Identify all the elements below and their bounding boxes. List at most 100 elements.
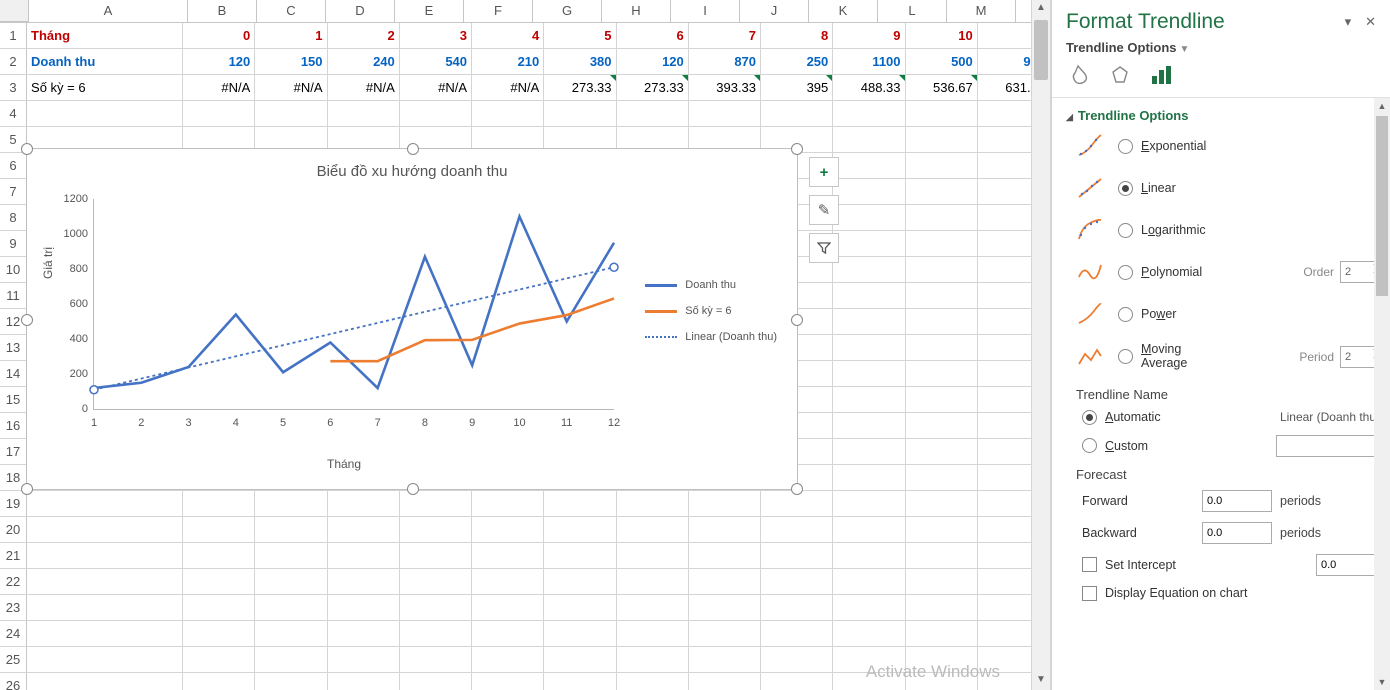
cell[interactable]: #N/A: [183, 75, 255, 100]
cell[interactable]: [183, 101, 255, 126]
cell[interactable]: [544, 543, 616, 568]
row-header[interactable]: 26: [0, 673, 27, 690]
cell[interactable]: 3: [400, 23, 472, 48]
cell[interactable]: [544, 491, 616, 516]
col-header-C[interactable]: C: [257, 0, 326, 22]
row-header[interactable]: 17: [0, 439, 27, 464]
cell[interactable]: [833, 673, 905, 690]
pane-subtitle[interactable]: Trendline Options▼: [1052, 40, 1390, 63]
cell[interactable]: 210: [472, 49, 544, 74]
cell[interactable]: [689, 491, 761, 516]
cell[interactable]: [906, 205, 978, 230]
chart-elements-button[interactable]: +: [809, 157, 839, 187]
cell[interactable]: [400, 647, 472, 672]
cell[interactable]: [761, 543, 833, 568]
cell[interactable]: [833, 387, 905, 412]
cell[interactable]: [183, 595, 255, 620]
row-header[interactable]: 10: [0, 257, 27, 282]
cell[interactable]: [328, 595, 400, 620]
row-header[interactable]: 16: [0, 413, 27, 438]
chart-filters-button[interactable]: [809, 233, 839, 263]
cell[interactable]: [617, 517, 689, 542]
cell[interactable]: [472, 517, 544, 542]
vertical-scrollbar[interactable]: ▲ ▼: [1031, 0, 1050, 690]
cell[interactable]: [833, 335, 905, 360]
cell[interactable]: [833, 179, 905, 204]
cell[interactable]: [544, 517, 616, 542]
resize-handle[interactable]: [791, 483, 803, 495]
cell[interactable]: [761, 517, 833, 542]
row-header[interactable]: 4: [0, 101, 27, 126]
cell[interactable]: [328, 569, 400, 594]
cell[interactable]: [617, 621, 689, 646]
cell[interactable]: 536.67: [906, 75, 978, 100]
row-header[interactable]: 15: [0, 387, 27, 412]
row-header[interactable]: 25: [0, 647, 27, 672]
scroll-down-button[interactable]: ▼: [1374, 674, 1390, 690]
row-header[interactable]: 9: [0, 231, 27, 256]
cell[interactable]: [833, 621, 905, 646]
cell[interactable]: [255, 101, 327, 126]
cell[interactable]: [761, 647, 833, 672]
trendline-options-section[interactable]: Trendline Options: [1066, 108, 1386, 123]
cell[interactable]: [689, 101, 761, 126]
cell[interactable]: [328, 543, 400, 568]
col-header-F[interactable]: F: [464, 0, 533, 22]
cell[interactable]: 7: [689, 23, 761, 48]
cell[interactable]: [906, 179, 978, 204]
cell[interactable]: [906, 101, 978, 126]
cell[interactable]: #N/A: [472, 75, 544, 100]
row-header[interactable]: 1: [0, 23, 27, 48]
forward-input[interactable]: [1202, 490, 1272, 512]
cell[interactable]: [255, 569, 327, 594]
power-option[interactable]: Power: [1066, 301, 1386, 327]
cell[interactable]: [761, 595, 833, 620]
cell[interactable]: 273.33: [544, 75, 616, 100]
col-header-L[interactable]: L: [878, 0, 947, 22]
cell[interactable]: [617, 647, 689, 672]
cell[interactable]: [472, 543, 544, 568]
plot-area[interactable]: 020040060080010001200123456789101112: [93, 199, 614, 410]
display-equation-option[interactable]: Display Equation on chart: [1066, 586, 1386, 601]
legend-item[interactable]: Doanh thu: [645, 279, 777, 291]
cell[interactable]: 380: [544, 49, 616, 74]
pane-scrollbar[interactable]: ▲ ▼: [1374, 98, 1390, 690]
cell[interactable]: 395: [761, 75, 833, 100]
cell[interactable]: [833, 309, 905, 334]
cell[interactable]: 500: [906, 49, 978, 74]
worksheet-area[interactable]: A B C D E F G H I J K L M 1Tháng01234567…: [0, 0, 1051, 690]
cell[interactable]: [400, 569, 472, 594]
legend-item[interactable]: Linear (Doanh thu): [645, 331, 777, 343]
cell[interactable]: Tháng: [27, 23, 183, 48]
cell[interactable]: [544, 101, 616, 126]
cell[interactable]: [27, 101, 183, 126]
cell[interactable]: 488.33: [833, 75, 905, 100]
cell[interactable]: #N/A: [328, 75, 400, 100]
cell[interactable]: [544, 621, 616, 646]
cell[interactable]: 1100: [833, 49, 905, 74]
select-all-corner[interactable]: [0, 0, 29, 22]
cell[interactable]: [183, 491, 255, 516]
cell[interactable]: [472, 595, 544, 620]
cell[interactable]: [617, 543, 689, 568]
col-header-D[interactable]: D: [326, 0, 395, 22]
chart-object[interactable]: Biểu đồ xu hướng doanh thu Giá trị Tháng…: [26, 148, 798, 490]
cell[interactable]: 273.33: [617, 75, 689, 100]
cell[interactable]: 540: [400, 49, 472, 74]
row-header[interactable]: 13: [0, 335, 27, 360]
col-header-E[interactable]: E: [395, 0, 464, 22]
row-header[interactable]: 3: [0, 75, 27, 100]
cell[interactable]: [906, 543, 978, 568]
logarithmic-option[interactable]: Logarithmic: [1066, 217, 1386, 243]
cell[interactable]: [761, 673, 833, 690]
cell[interactable]: [472, 673, 544, 690]
cell[interactable]: [906, 491, 978, 516]
cell[interactable]: 6: [617, 23, 689, 48]
cell[interactable]: [27, 595, 183, 620]
cell[interactable]: [833, 413, 905, 438]
cell[interactable]: [617, 595, 689, 620]
cell[interactable]: [906, 335, 978, 360]
cell[interactable]: [833, 205, 905, 230]
cell[interactable]: 5: [544, 23, 616, 48]
row-header[interactable]: 23: [0, 595, 27, 620]
